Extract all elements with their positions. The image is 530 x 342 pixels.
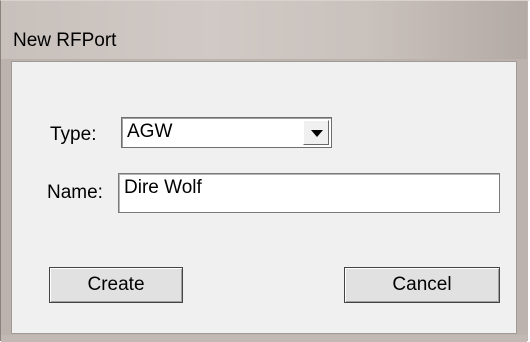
cancel-button[interactable]: Cancel (344, 267, 500, 303)
window-title: New RFPort (13, 30, 117, 51)
name-label: Name: (47, 182, 103, 203)
name-input[interactable] (118, 173, 500, 213)
type-dropdown-button[interactable] (303, 120, 329, 145)
type-dropdown[interactable]: AGW (121, 117, 332, 148)
type-label: Type: (50, 124, 97, 145)
chevron-down-icon (311, 130, 323, 137)
type-dropdown-value: AGW (127, 121, 173, 142)
create-button[interactable]: Create (49, 267, 183, 303)
title-bar[interactable]: New RFPort (1, 1, 527, 59)
